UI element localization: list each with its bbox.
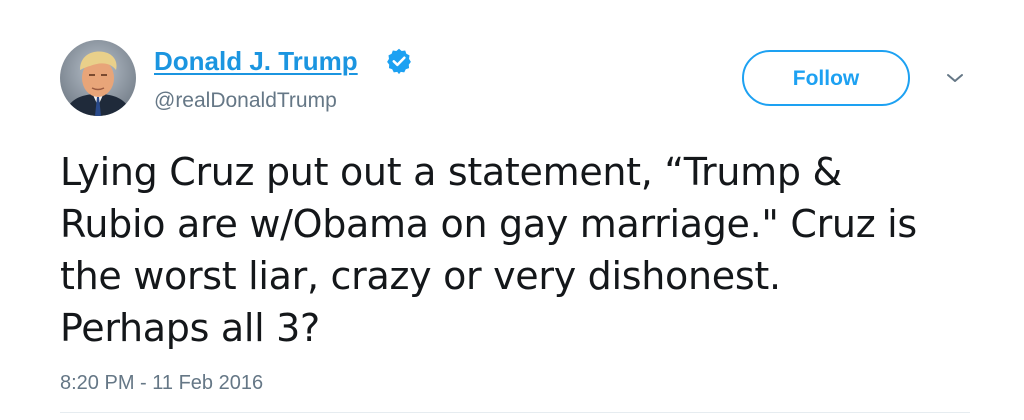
- tweet-card: Donald J. Trump @realDonaldTrump Follow …: [0, 0, 1024, 420]
- chevron-down-icon[interactable]: [944, 70, 966, 86]
- divider: [60, 412, 970, 413]
- avatar[interactable]: [60, 40, 136, 116]
- tweet-timestamp[interactable]: 8:20 PM - 11 Feb 2016: [60, 370, 263, 396]
- avatar-photo: [60, 40, 136, 116]
- tweet-text: Lying Cruz put out a statement, “Trump &…: [60, 150, 917, 350]
- author-name[interactable]: Donald J. Trump: [154, 45, 358, 77]
- verified-badge-icon: [387, 48, 411, 75]
- author-handle[interactable]: @realDonaldTrump: [154, 88, 337, 114]
- follow-button[interactable]: Follow: [742, 50, 910, 106]
